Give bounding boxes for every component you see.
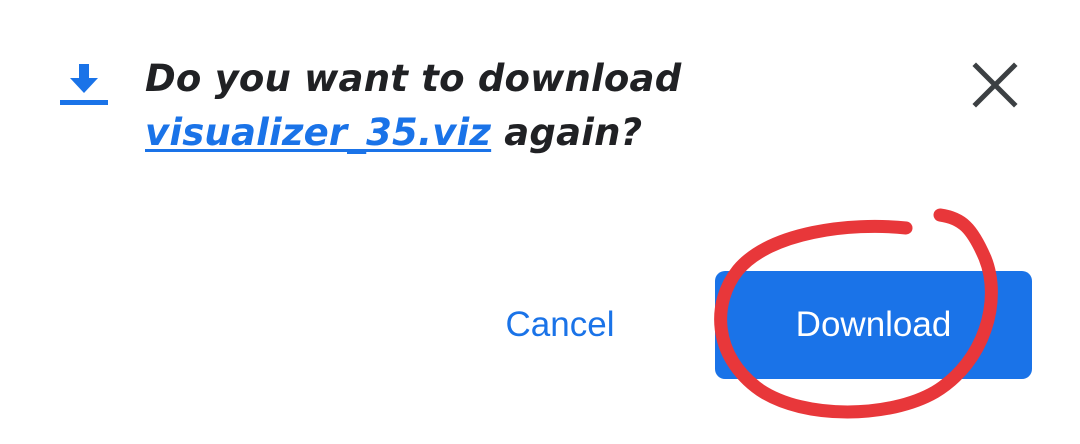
message-prefix: Do you want to download	[145, 57, 682, 100]
cancel-button[interactable]: Cancel	[470, 280, 650, 370]
file-name-link[interactable]: visualizer_35.viz	[145, 111, 491, 154]
close-icon[interactable]	[966, 56, 1024, 114]
download-arrow-icon	[60, 64, 108, 105]
message-suffix: again?	[491, 111, 643, 154]
dialog-message: Do you want to download visualizer_35.vi…	[145, 52, 865, 160]
download-again-dialog: Do you want to download visualizer_35.vi…	[0, 0, 1080, 444]
download-button[interactable]: Download	[715, 271, 1032, 379]
